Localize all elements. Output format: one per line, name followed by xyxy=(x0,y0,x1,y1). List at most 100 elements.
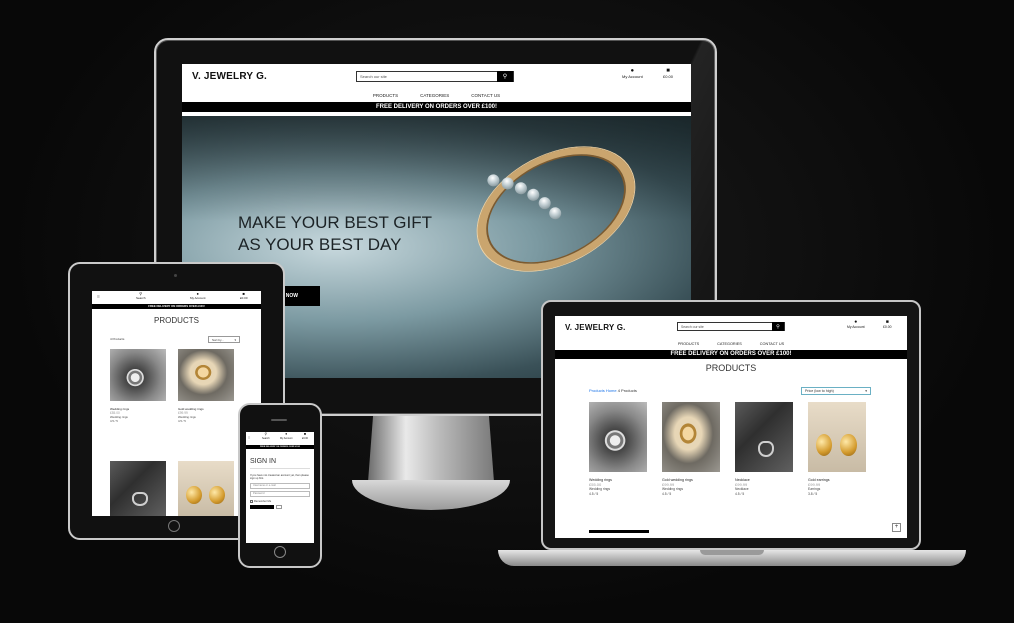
menu-icon[interactable]: ≡ xyxy=(97,294,100,300)
laptop-notch xyxy=(700,550,764,555)
product-card[interactable]: Necklace £99.99 Necklace 4.5 / 5 xyxy=(735,402,793,497)
back-to-top-button[interactable]: + xyxy=(892,523,901,532)
hero-line-1: MAKE YOUR BEST GIFT xyxy=(238,213,432,232)
bag-link[interactable]: ■ £0.00 xyxy=(663,68,673,79)
phone-speaker xyxy=(271,419,287,421)
account-link[interactable]: ● My Account xyxy=(190,292,206,301)
account-link[interactable]: ● My Account xyxy=(847,320,865,330)
sort-value: Sort by... xyxy=(212,337,224,342)
breadcrumb-count: 4 Products xyxy=(110,337,125,341)
site-header: V. JEWELRY G. Search our site ⚲ ● My Acc… xyxy=(182,64,691,88)
product-card[interactable]: Gold wedding rings £99.99 Wedding rings … xyxy=(178,349,234,449)
nav-products[interactable]: PRODUCTS xyxy=(373,93,398,98)
hero-line-2: AS YOUR BEST DAY xyxy=(238,235,402,254)
remember-checkbox[interactable] xyxy=(250,499,253,503)
sort-value: Price (low to high) xyxy=(805,389,834,393)
chevron-down-icon: ▾ xyxy=(865,389,867,393)
sort-select[interactable]: Price (low to high) ▾ xyxy=(801,387,871,395)
product-image[interactable] xyxy=(735,402,793,472)
product-card[interactable] xyxy=(178,461,234,516)
mobile-search-link[interactable]: ⚲ Search xyxy=(262,432,270,440)
gem xyxy=(499,175,516,192)
product-image[interactable] xyxy=(110,349,166,401)
nav-categories[interactable]: CATEGORIES xyxy=(420,93,449,98)
product-card[interactable]: Gold earrings £99.99 Earrings 3.8 / 5 xyxy=(808,402,866,497)
search-button[interactable]: ⚲ xyxy=(497,71,513,82)
search-icon: ⚲ xyxy=(776,323,780,330)
bag-link[interactable]: ■ £0.00 xyxy=(240,292,248,301)
signin-title: SIGN IN xyxy=(250,458,277,465)
page-title: PRODUCTS xyxy=(705,363,757,373)
search-label: Search xyxy=(136,296,146,300)
product-image[interactable] xyxy=(178,349,234,401)
signin-button[interactable] xyxy=(250,504,274,509)
account-link[interactable]: ● My Account xyxy=(622,68,643,79)
product-image[interactable] xyxy=(178,461,234,516)
sort-select[interactable]: Sort by... ▾ xyxy=(208,336,240,343)
product-rating: 4.5 / 5 xyxy=(178,419,186,423)
breadcrumb-products-home[interactable]: Products Home xyxy=(589,388,617,393)
search-bar[interactable]: Search our site ⚲ xyxy=(356,71,514,82)
product-image[interactable] xyxy=(808,402,866,472)
product-rating: 4.5 / 5 xyxy=(662,492,672,496)
phone: ≡ ⚲ Search ● My Account ■ £0.00 FREE DEL… xyxy=(238,403,322,568)
account-label: My Account xyxy=(847,325,865,329)
delivery-banner: FREE DELIVERY ON ORDERS OVER £100! xyxy=(92,304,261,309)
search-bar[interactable]: Search our site ⚲ xyxy=(677,322,785,331)
username-field[interactable]: Username or e-mail xyxy=(250,482,310,489)
chevron-down-icon: ▾ xyxy=(234,337,236,342)
search-button[interactable]: ⚲ xyxy=(772,322,784,331)
bag-total: £0.00 xyxy=(663,74,674,79)
account-label: My Account xyxy=(280,436,293,440)
search-input[interactable]: Search our site xyxy=(678,325,772,329)
site-header: V. JEWELRY G. Search our site ⚲ ● My Acc… xyxy=(555,316,907,338)
laptop: V. JEWELRY G. Search our site ⚲ ● My Acc… xyxy=(541,300,921,550)
product-grid: Wedding rings £55.00 Wedding rings 4.5 /… xyxy=(589,402,866,497)
product-image[interactable] xyxy=(589,402,647,472)
remember-me[interactable]: Remember Me xyxy=(250,499,310,503)
page-title: PRODUCTS xyxy=(154,316,199,325)
product-rating: 4.5 / 5 xyxy=(735,492,745,496)
signin-form: SIGN IN If you have not created an accou… xyxy=(246,458,314,509)
menu-icon[interactable]: ≡ xyxy=(248,435,250,440)
bag-total: £0.00 xyxy=(302,436,308,440)
secondary-button[interactable] xyxy=(276,504,282,509)
breadcrumb-count: 4 Products xyxy=(617,388,637,393)
search-label: Search xyxy=(262,436,270,440)
nav-categories[interactable]: CATEGORIES xyxy=(717,342,742,346)
phone-home-button xyxy=(274,546,286,558)
nav-products[interactable]: PRODUCTS xyxy=(678,342,699,346)
product-rating: 4.5 / 5 xyxy=(110,419,118,423)
product-card[interactable]: Gold wedding rings £99.99 Wedding rings … xyxy=(662,402,720,497)
bag-link[interactable]: ■ £0.00 xyxy=(302,432,308,440)
nav-contact[interactable]: CONTACT US xyxy=(760,342,784,346)
divider xyxy=(250,468,310,469)
password-field[interactable]: Password xyxy=(250,490,310,497)
main-nav: PRODUCTS CATEGORIES CONTACT US xyxy=(182,88,691,102)
laptop-screen: V. JEWELRY G. Search our site ⚲ ● My Acc… xyxy=(555,316,907,538)
monitor-base xyxy=(352,480,510,510)
product-card[interactable] xyxy=(110,461,166,516)
mobile-search-link[interactable]: ⚲ Search xyxy=(136,292,146,301)
device-mockup-stage: V. JEWELRY G. Search our site ⚲ ● My Acc… xyxy=(0,0,1014,623)
monitor-stand xyxy=(368,416,494,482)
delivery-banner: FREE DELIVERY ON ORDERS OVER £100! xyxy=(555,350,907,359)
signin-actions xyxy=(250,504,310,509)
nav-contact[interactable]: CONTACT US xyxy=(471,93,500,98)
bag-link[interactable]: ■ £0.00 xyxy=(883,320,892,330)
section-divider xyxy=(589,530,649,533)
bag-total: £0.00 xyxy=(883,325,892,329)
search-input[interactable]: Search our site xyxy=(357,74,497,79)
mobile-header: ≡ ⚲ Search ● My Account ■ £0.00 xyxy=(92,291,261,304)
product-card[interactable]: Wedding rings £55.00 Wedding rings 4.5 /… xyxy=(110,349,166,449)
search-icon: ⚲ xyxy=(502,74,508,80)
brand-logo[interactable]: V. JEWELRY G. xyxy=(192,71,267,82)
brand-logo[interactable]: V. JEWELRY G. xyxy=(565,323,626,332)
account-link[interactable]: ● My Account xyxy=(280,432,293,440)
breadcrumb: Products Home 4 Products xyxy=(589,388,637,393)
product-card[interactable]: Wedding rings £55.00 Wedding rings 4.5 /… xyxy=(589,402,647,497)
product-rating: 3.8 / 5 xyxy=(808,492,818,496)
product-image[interactable] xyxy=(110,461,166,516)
product-image[interactable] xyxy=(662,402,720,472)
signin-intro: If you have not created an account yet, … xyxy=(250,474,309,481)
